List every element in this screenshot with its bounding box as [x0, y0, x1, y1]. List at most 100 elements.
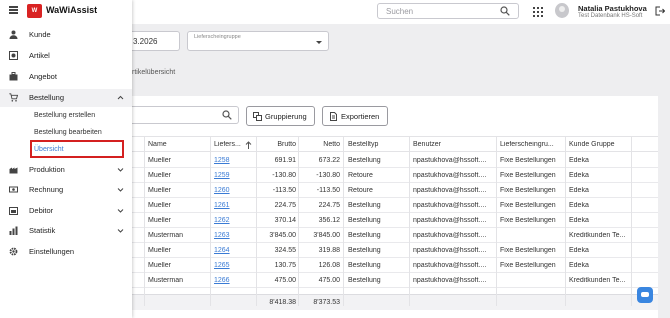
column-header-lieferschein[interactable]: Liefers... — [214, 141, 244, 148]
person-icon — [9, 30, 18, 39]
sidebar-subitem-bestellung-erstellen[interactable]: Bestellung erstellen — [34, 112, 95, 119]
tab-artikeluebersicht[interactable]: rtikelübersicht — [132, 69, 175, 76]
export-button[interactable]: Exportieren — [322, 106, 388, 126]
group-icon — [253, 112, 262, 121]
sidebar-item-einstellungen[interactable]: Einstellungen — [0, 243, 132, 261]
chart-icon — [9, 226, 18, 235]
lieferscheingruppe-label: Lieferscheingruppe — [194, 34, 241, 40]
cart-icon — [9, 93, 18, 102]
chevron-up-icon — [117, 95, 124, 100]
cell-bestelltyp: Bestellung — [348, 246, 381, 254]
cell-lieferschein-link[interactable]: 1262 — [214, 217, 248, 224]
cell-name: Musterman — [148, 231, 184, 239]
cell-brutto: 130.75 — [274, 261, 296, 269]
cell-brutto: -130.80 — [272, 171, 296, 179]
date-field[interactable]: 3.2026 — [132, 31, 180, 51]
cell-name: Mueller — [148, 201, 171, 209]
sidebar-item-angebot[interactable]: Angebot — [0, 68, 132, 86]
cell-lieferschein-link[interactable]: 1263 — [214, 232, 248, 239]
group-button[interactable]: Gruppierung — [246, 106, 315, 126]
cell-name: Musterman — [148, 276, 184, 284]
cell-benutzer: npastukhova@hssoft.... — [413, 156, 487, 164]
column-header-bestelltyp[interactable]: Bestelltyp — [348, 141, 404, 148]
cell-kunde-gruppe: Kreditkunden Te... — [569, 231, 626, 239]
cell-lieferscheingruppe: Fixe Bestellungen — [500, 201, 556, 209]
sidebar-item-artikel[interactable]: Artikel — [0, 47, 132, 65]
chevron-down-icon — [117, 188, 124, 192]
sidebar-item-label: Einstellungen — [29, 247, 75, 256]
cell-brutto: 691.91 — [274, 156, 296, 164]
cell-name: Mueller — [148, 216, 171, 224]
column-header-kunde-gruppe[interactable]: Kunde Gruppe — [569, 141, 639, 148]
column-divider — [565, 136, 566, 306]
cell-lieferschein-link[interactable]: 1264 — [214, 247, 248, 254]
cell-bestelltyp: Bestellung — [348, 261, 381, 269]
total-netto: 8'373.53 — [313, 299, 340, 306]
column-divider — [210, 136, 211, 306]
cell-lieferschein-link[interactable]: 1260 — [214, 187, 248, 194]
sidebar-subitem-bestellung-bearbeiten[interactable]: Bestellung bearbeiten — [34, 129, 102, 136]
user-name: Natalia Pastukhova — [578, 4, 647, 13]
column-divider — [343, 136, 344, 306]
total-brutto: 8'418.38 — [269, 299, 296, 306]
lieferscheingruppe-select[interactable]: Lieferscheingruppe — [187, 31, 329, 51]
sort-arrow-up-icon[interactable] — [245, 141, 252, 149]
cell-benutzer: npastukhova@hssoft.... — [413, 216, 487, 224]
cell-lieferscheingruppe: Fixe Bestellungen — [500, 156, 556, 164]
table-panel: Gruppierung Exportieren Name Liefers... … — [132, 96, 658, 318]
menu-icon[interactable] — [9, 6, 18, 14]
sidebar-item-rechnung[interactable]: Rechnung — [0, 181, 132, 199]
cell-lieferschein-link[interactable]: 1265 — [214, 262, 248, 269]
search-icon[interactable] — [500, 6, 510, 16]
cell-lieferscheingruppe: Fixe Bestellungen — [500, 186, 556, 194]
table-search-input[interactable] — [132, 106, 239, 124]
cell-benutzer: npastukhova@hssoft.... — [413, 186, 487, 194]
sidebar-item-bestellung[interactable]: Bestellung — [0, 89, 132, 107]
column-header-netto[interactable]: Netto — [302, 141, 340, 148]
search-icon[interactable] — [222, 110, 232, 120]
column-divider — [409, 136, 410, 306]
cell-lieferscheingruppe: Fixe Bestellungen — [500, 261, 556, 269]
column-header-brutto[interactable]: Brutto — [262, 141, 296, 148]
column-header-benutzer[interactable]: Benutzer — [413, 141, 495, 148]
column-divider — [631, 136, 632, 306]
cell-brutto: -113.50 — [272, 186, 296, 194]
chevron-down-icon — [117, 229, 124, 233]
column-header-name[interactable]: Name — [148, 141, 198, 148]
cell-benutzer: npastukhova@hssoft.... — [413, 276, 487, 284]
sidebar-item-kunde[interactable]: Kunde — [0, 26, 132, 44]
chevron-down-icon — [316, 41, 322, 44]
avatar[interactable] — [555, 3, 569, 18]
sidebar-item-debitor[interactable]: Debitor — [0, 202, 132, 220]
cell-brutto: 224.75 — [274, 201, 296, 209]
cell-brutto: 324.55 — [274, 246, 296, 254]
document-icon — [330, 112, 337, 121]
sidebar-item-produktion[interactable]: Produktion — [0, 161, 132, 179]
cell-bestelltyp: Retoure — [348, 171, 373, 179]
chat-bot-icon[interactable] — [637, 287, 653, 303]
search-input[interactable]: Suchen — [377, 3, 519, 19]
cell-netto: 224.75 — [318, 201, 340, 209]
column-divider — [496, 136, 497, 306]
cell-lieferschein-link[interactable]: 1259 — [214, 172, 248, 179]
wallet-icon — [9, 207, 18, 215]
export-button-label: Exportieren — [341, 112, 380, 121]
apps-grid-icon[interactable] — [533, 7, 543, 17]
cell-benutzer: npastukhova@hssoft.... — [413, 246, 487, 254]
user-database: Test Datenbank HS-Soft — [578, 13, 643, 19]
cell-lieferschein-link[interactable]: 1261 — [214, 202, 248, 209]
cell-lieferschein-link[interactable]: 1258 — [214, 157, 248, 164]
sidebar-item-label: Rechnung — [29, 185, 64, 194]
cell-brutto: 370.14 — [274, 216, 296, 224]
column-header-lieferscheingruppe[interactable]: Lieferscheingru... — [500, 141, 562, 148]
cell-lieferscheingruppe: Fixe Bestellungen — [500, 171, 556, 179]
cell-name: Mueller — [148, 156, 171, 164]
logout-icon[interactable] — [655, 6, 665, 16]
sidebar-item-label: Debitor — [29, 206, 54, 215]
sidebar-item-label: Kunde — [29, 30, 51, 39]
cell-brutto: 3'845.00 — [269, 231, 296, 239]
logo-mark: W — [27, 4, 42, 18]
sidebar-item-statistik[interactable]: Statistik — [0, 222, 132, 240]
cell-lieferscheingruppe: Fixe Bestellungen — [500, 216, 556, 224]
cell-lieferschein-link[interactable]: 1266 — [214, 277, 248, 284]
